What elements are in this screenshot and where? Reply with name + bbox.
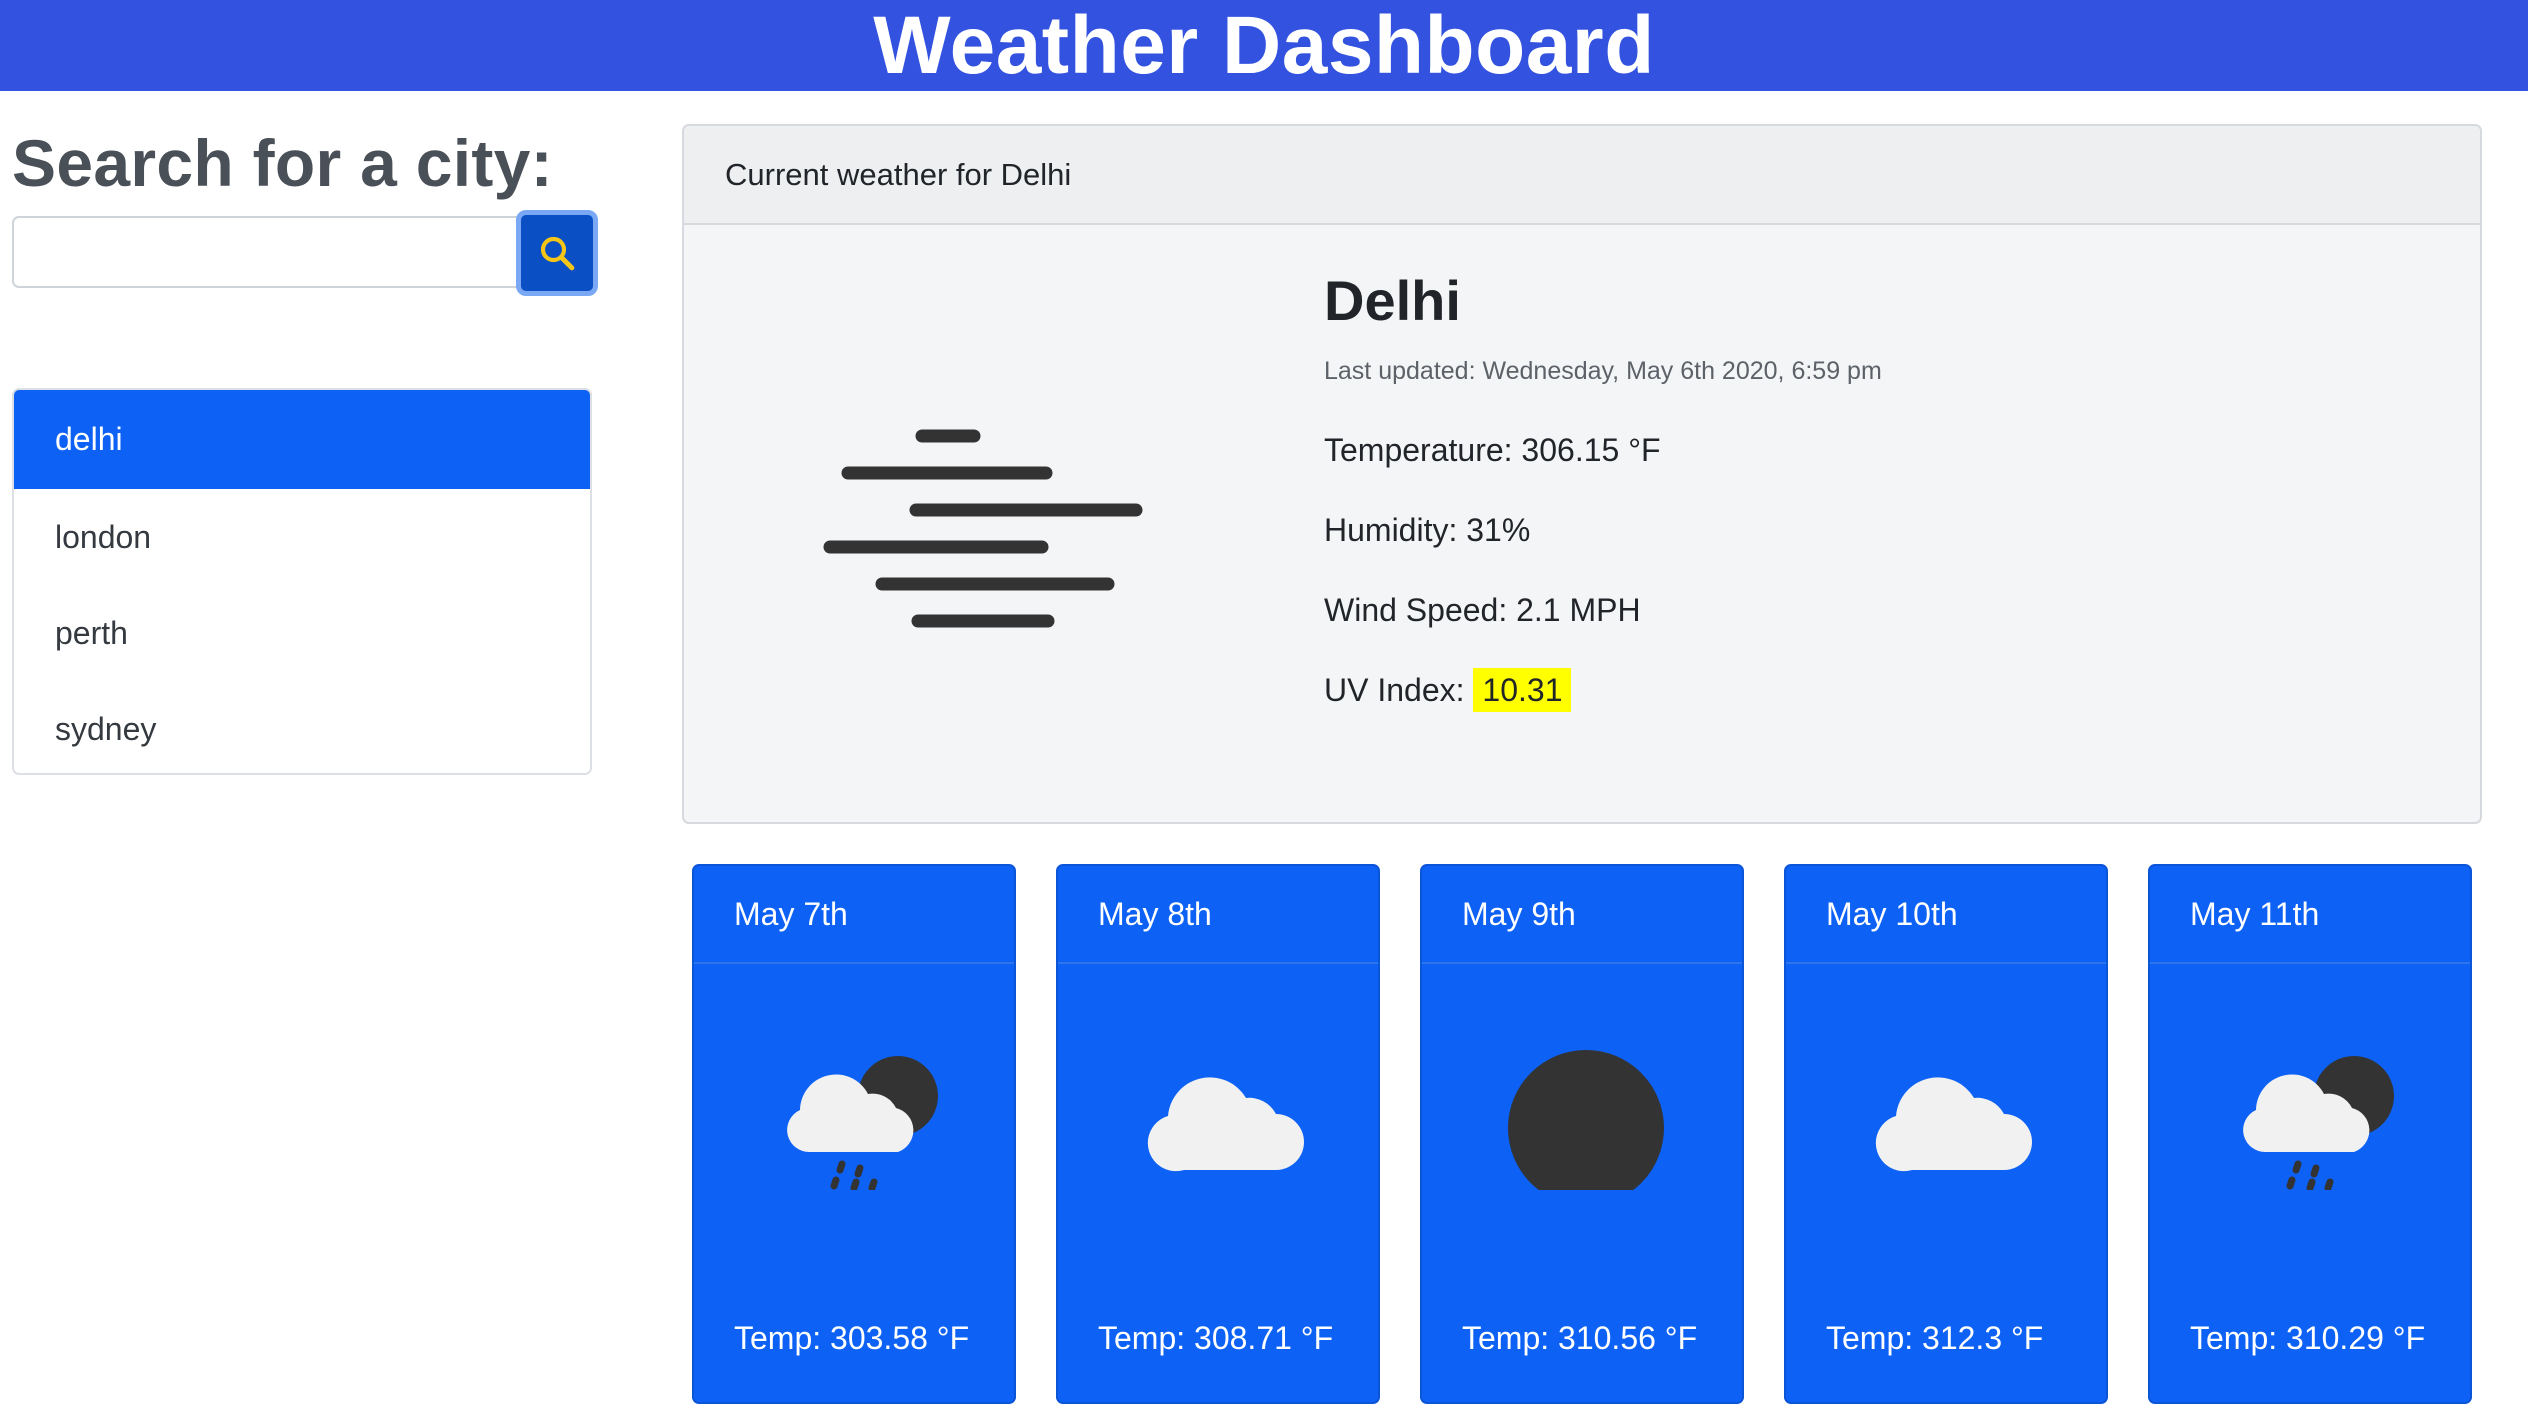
- temperature-text: Temperature: 306.15 °F: [1324, 432, 1661, 468]
- forecast-temp: Temp: 310.56 °F: [1462, 1320, 1698, 1356]
- night-rain-icon: [2226, 1040, 2402, 1190]
- forecast-temp: Temp: 312.3 °F: [1826, 1320, 2044, 1356]
- forecast-date: May 9th: [1422, 866, 1742, 964]
- forecast-temp: Temp: 303.58 °F: [734, 1320, 970, 1356]
- uv-index-label: UV Index:: [1324, 672, 1465, 708]
- uv-index-badge: 10.31: [1473, 668, 1572, 712]
- night-rain-icon: [770, 1040, 946, 1190]
- forecast-date: May 7th: [694, 866, 1014, 964]
- city-item-london[interactable]: london: [14, 489, 590, 585]
- city-item-perth[interactable]: perth: [14, 585, 590, 681]
- clear-night-icon: [1498, 1040, 1674, 1190]
- humidity-text: Humidity: 31%: [1324, 512, 1531, 548]
- forecast-temp: Temp: 308.71 °F: [1098, 1320, 1334, 1356]
- uv-index-row: UV Index: 10.31: [1324, 668, 1572, 712]
- city-item-sydney[interactable]: sydney: [14, 681, 590, 773]
- search-icon: [540, 236, 575, 271]
- search-input[interactable]: [12, 216, 518, 288]
- forecast-date: May 8th: [1058, 866, 1378, 964]
- search-title: Search for a city:: [12, 126, 553, 200]
- forecast-card: May 7th Temp: 303.58 °F: [692, 864, 1016, 1404]
- wind-speed-text: Wind Speed: 2.1 MPH: [1324, 592, 1641, 628]
- fog-icon: [823, 429, 1143, 628]
- forecast-card: May 8th Temp: 308.71 °F: [1056, 864, 1380, 1404]
- current-city-name: Delhi: [1324, 269, 1461, 332]
- city-history-list: delhi london perth sydney: [12, 388, 592, 775]
- app-header: Weather Dashboard: [0, 0, 2528, 91]
- forecast-temp: Temp: 310.29 °F: [2190, 1320, 2426, 1356]
- forecast-date: May 11th: [2150, 866, 2470, 964]
- forecast-card: May 11th Temp: 310.29 °F: [2148, 864, 2472, 1404]
- forecast-card: May 10th Temp: 312.3 °F: [1784, 864, 2108, 1404]
- forecast-card: May 9th Temp: 310.56 °F: [1420, 864, 1744, 1404]
- app-title: Weather Dashboard: [873, 0, 1655, 91]
- search-button[interactable]: [516, 210, 598, 296]
- forecast-date: May 10th: [1786, 866, 2106, 964]
- last-updated-text: Last updated: Wednesday, May 6th 2020, 6…: [1324, 357, 1882, 385]
- cloud-icon: [1862, 1040, 2038, 1190]
- current-weather-card: Current weather for Delhi Delhi Last upd…: [682, 124, 2482, 824]
- cloud-icon: [1134, 1040, 1310, 1190]
- city-item-delhi[interactable]: delhi: [14, 390, 590, 489]
- current-weather-header: Current weather for Delhi: [684, 126, 2480, 225]
